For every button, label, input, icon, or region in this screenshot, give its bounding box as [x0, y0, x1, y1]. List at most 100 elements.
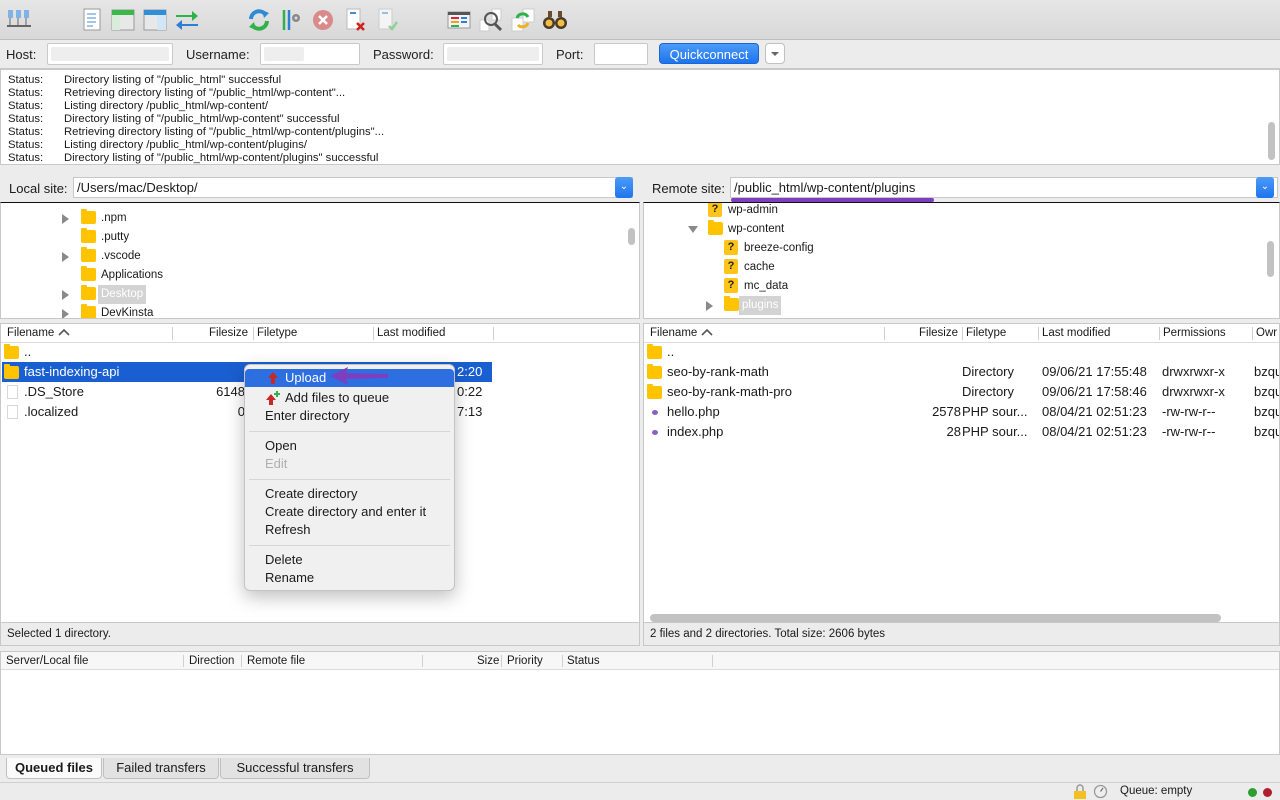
- menu-item-label: Edit: [265, 456, 288, 471]
- directory-listing-filters-icon[interactable]: [446, 7, 472, 33]
- local-site-path-input[interactable]: /Users/mac/Desktop/: [73, 177, 633, 198]
- tree-item[interactable]: ? breeze-config: [644, 239, 1264, 258]
- menu-item-open[interactable]: Open: [245, 437, 454, 455]
- column-last-modified[interactable]: Last modified: [1042, 324, 1110, 343]
- column-size[interactable]: Size: [477, 652, 499, 670]
- remote-site-path-input[interactable]: /public_html/wp-content/plugins: [730, 177, 1278, 198]
- expand-arrow-icon[interactable]: [62, 252, 69, 262]
- synchronized-browsing-icon[interactable]: [510, 7, 536, 33]
- directory-comparison-icon[interactable]: [478, 7, 504, 33]
- remote-site-dropdown[interactable]: ⌄: [1256, 177, 1274, 198]
- file-name: .DS_Store: [24, 384, 84, 399]
- log-type: Status:: [8, 87, 44, 99]
- menu-item-label: Enter directory: [265, 408, 350, 423]
- file-row[interactable]: ..: [2, 342, 638, 362]
- username-input[interactable]: [260, 43, 360, 65]
- file-row[interactable]: seo-by-rank-math Directory 09/06/21 17:55:…: [645, 362, 1279, 382]
- folder-icon: [647, 344, 662, 359]
- expand-arrow-icon[interactable]: [62, 290, 69, 300]
- tree-item[interactable]: Applications: [1, 266, 621, 285]
- tree-item[interactable]: ? cache: [644, 258, 1264, 277]
- remote-tree-scrollbar[interactable]: [1267, 241, 1274, 277]
- context-menu: Upload Add files to queue Enter directory O…: [244, 364, 455, 591]
- collapse-arrow-icon[interactable]: [688, 226, 698, 233]
- tree-item[interactable]: .npm: [1, 209, 621, 228]
- reconnect-icon[interactable]: [374, 7, 400, 33]
- file-size: 28: [946, 424, 961, 439]
- transfer-queue-toggle-icon[interactable]: [174, 7, 200, 33]
- log-scrollbar[interactable]: [1268, 122, 1275, 160]
- quickconnect-button[interactable]: Quickconnect: [659, 43, 759, 64]
- file-type: Directory: [962, 364, 1015, 379]
- column-remote-file[interactable]: Remote file: [247, 652, 305, 670]
- expand-arrow-icon[interactable]: [62, 309, 69, 318]
- file-row[interactable]: seo-by-rank-math-pro Directory 09/06/21 17…: [645, 382, 1279, 402]
- tree-item[interactable]: Desktop: [1, 285, 621, 304]
- file-row[interactable]: ..: [645, 342, 1279, 362]
- column-filetype[interactable]: Filetype: [257, 324, 297, 343]
- disconnect-icon[interactable]: [342, 7, 368, 33]
- column-status[interactable]: Status: [567, 652, 600, 670]
- cancel-icon[interactable]: [310, 7, 336, 33]
- menu-item-delete[interactable]: Delete: [245, 551, 454, 569]
- speed-limit-icon[interactable]: [1093, 784, 1108, 799]
- refresh-icon[interactable]: [246, 7, 272, 33]
- tree-item[interactable]: ? mc_data: [644, 277, 1264, 296]
- process-queue-icon[interactable]: [278, 7, 304, 33]
- menu-item-add-files-to-queue[interactable]: Add files to queue: [245, 389, 454, 407]
- file-name: fast-indexing-api: [24, 364, 120, 379]
- file-permissions: drwxrwxr-x: [1162, 384, 1225, 399]
- menu-item-rename[interactable]: Rename: [245, 569, 454, 587]
- tree-item[interactable]: ? wp-admin: [644, 203, 1264, 220]
- search-remote-files-icon[interactable]: [542, 7, 568, 33]
- column-filename[interactable]: Filename: [7, 324, 70, 343]
- column-filetype[interactable]: Filetype: [966, 324, 1006, 343]
- tree-item[interactable]: plugins: [644, 296, 1264, 315]
- tree-item-label: .putty: [101, 231, 130, 243]
- tree-item[interactable]: .putty: [1, 228, 621, 247]
- tree-item-label: mc_data: [744, 280, 789, 292]
- password-label: Password:: [373, 47, 434, 62]
- port-input[interactable]: [594, 43, 648, 65]
- menu-item-create-directory-and-enter-it[interactable]: Create directory and enter it: [245, 503, 454, 521]
- column-filename[interactable]: Filename: [650, 324, 713, 343]
- column-owner[interactable]: Owr: [1256, 324, 1277, 343]
- column-direction[interactable]: Direction: [189, 652, 234, 670]
- menu-item-create-directory[interactable]: Create directory: [245, 485, 454, 503]
- menu-separator: [249, 479, 450, 480]
- tree-item[interactable]: wp-content: [644, 220, 1264, 239]
- password-input[interactable]: [443, 43, 543, 65]
- column-priority[interactable]: Priority: [507, 652, 543, 670]
- column-filesize[interactable]: Filesize: [209, 324, 248, 343]
- folder-icon: [647, 384, 662, 399]
- column-last-modified[interactable]: Last modified: [377, 324, 445, 343]
- message-log-toggle-icon[interactable]: [79, 7, 105, 33]
- quickconnect-history-dropdown[interactable]: [765, 43, 785, 64]
- local-site-dropdown[interactable]: ⌄: [615, 177, 633, 198]
- expand-arrow-icon[interactable]: [62, 214, 69, 224]
- column-permissions[interactable]: Permissions: [1163, 324, 1226, 343]
- file-row[interactable]: hello.php 2578 PHP sour... 08/04/21 02:51:2…: [645, 402, 1279, 422]
- menu-item-enter-directory[interactable]: Enter directory: [245, 407, 454, 425]
- column-server-local-file[interactable]: Server/Local file: [6, 652, 88, 670]
- tree-item[interactable]: DevKinsta: [1, 304, 621, 318]
- tree-item[interactable]: .vscode: [1, 247, 621, 266]
- expand-arrow-icon[interactable]: [706, 301, 713, 311]
- file-row[interactable]: index.php 28 PHP sour... 08/04/21 02:51:23-…: [645, 422, 1279, 442]
- site-manager-icon[interactable]: [6, 7, 32, 33]
- remote-site-label: Remote site:: [652, 181, 725, 196]
- local-tree-toggle-icon[interactable]: [110, 7, 136, 33]
- menu-item-refresh[interactable]: Refresh: [245, 521, 454, 539]
- host-input[interactable]: [47, 43, 173, 65]
- tab-failed-transfers[interactable]: Failed transfers: [103, 758, 219, 779]
- file-type: PHP sour...: [962, 404, 1028, 419]
- remote-tree-toggle-icon[interactable]: [142, 7, 168, 33]
- log-message: Directory listing of "/public_html" succ…: [64, 74, 282, 86]
- tab-queued-files[interactable]: Queued files: [6, 758, 102, 779]
- column-filesize[interactable]: Filesize: [919, 324, 958, 343]
- host-label: Host:: [6, 47, 37, 62]
- remote-hscrollbar[interactable]: [650, 614, 1221, 622]
- tab-successful-transfers[interactable]: Successful transfers: [220, 758, 370, 779]
- toolbar: [0, 0, 1280, 40]
- local-tree-scrollbar[interactable]: [628, 228, 635, 245]
